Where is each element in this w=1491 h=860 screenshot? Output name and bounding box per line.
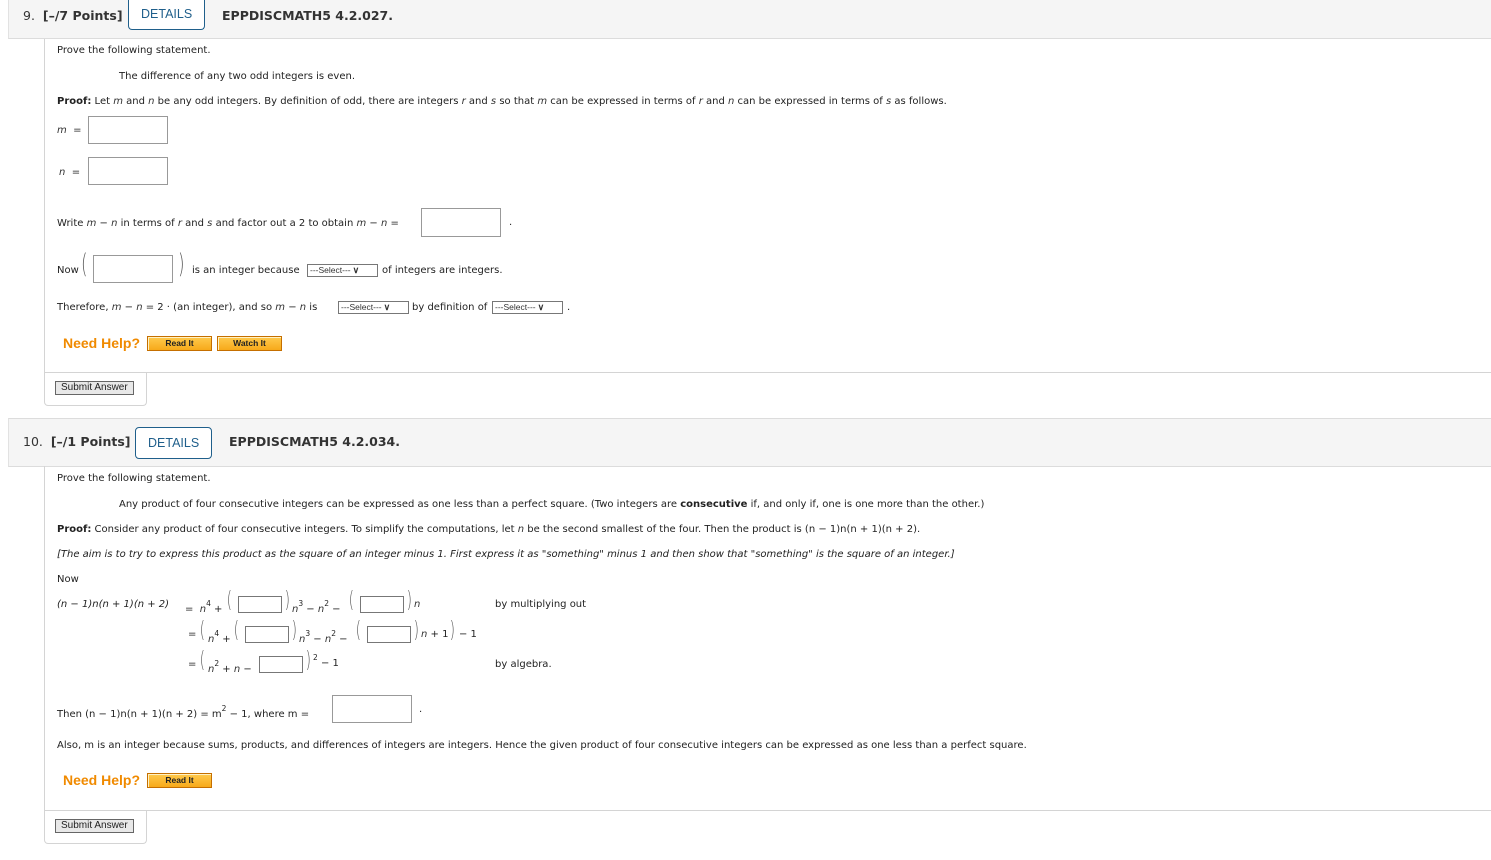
need-help-label: Need Help? bbox=[63, 335, 141, 351]
row2-middle: n3 − n2 − bbox=[299, 629, 348, 645]
left-paren: ( bbox=[81, 249, 88, 280]
proof-intro: Proof: Let m and n be any odd integers. … bbox=[57, 96, 947, 107]
read-it-button[interactable]: Read It bbox=[147, 773, 212, 788]
question-10-header: 10. [–/1 Points] DETAILS EPPDISCMATH5 4.… bbox=[8, 418, 1491, 467]
reason-select[interactable]: ---Select--- ∨ bbox=[307, 264, 378, 277]
row1-middle: n3 − n2 − bbox=[292, 599, 341, 615]
row1-coefficient-a-input[interactable] bbox=[238, 596, 282, 613]
hint: [The aim is to try to express this produ… bbox=[57, 549, 955, 560]
row3-constant-input[interactable] bbox=[259, 656, 303, 673]
reason-algebra: by algebra. bbox=[495, 659, 552, 670]
now-label: Now bbox=[57, 265, 79, 276]
n-label: n = bbox=[59, 167, 81, 178]
period: . bbox=[419, 704, 423, 715]
proof-intro: Proof: Consider any product of four cons… bbox=[57, 524, 921, 535]
by-definition-text: by definition of bbox=[412, 302, 488, 313]
right-paren: ) bbox=[284, 588, 290, 613]
therefore-text: Therefore, m − n = 2 · (an integer), and… bbox=[57, 302, 318, 313]
question-9-details-button[interactable]: DETAILS bbox=[128, 0, 206, 30]
question-9-submit-area: Submit Answer bbox=[44, 372, 147, 406]
write-m-minus-n-text: Write m − n in terms of r and s and fact… bbox=[57, 218, 399, 229]
right-paren: ) bbox=[305, 648, 311, 673]
prompt: Prove the following statement. bbox=[57, 45, 211, 56]
left-paren: ( bbox=[199, 618, 205, 643]
row1-end: n bbox=[414, 599, 421, 610]
left-paren: ( bbox=[355, 618, 361, 643]
then-text: Then (n − 1)n(n + 1)(n + 2) = m2 − 1, wh… bbox=[57, 704, 310, 720]
m-minus-n-input[interactable] bbox=[421, 208, 501, 237]
watch-it-button[interactable]: Watch It bbox=[217, 336, 282, 351]
row2-coefficient-b-input[interactable] bbox=[367, 626, 411, 643]
question-10-body: Prove the following statement. Any produ… bbox=[44, 466, 1491, 810]
definition-select[interactable]: ---Select--- ∨ bbox=[492, 301, 563, 314]
question-9-number: 9. [–/7 Points] bbox=[23, 8, 123, 23]
right-paren: ) bbox=[449, 618, 455, 643]
equals-sign: = n4 + bbox=[185, 599, 223, 615]
now-end-text: of integers are integers. bbox=[382, 265, 503, 276]
equals-sign: = bbox=[188, 659, 197, 670]
statement: Any product of four consecutive integers… bbox=[119, 499, 985, 510]
question-10-details-button[interactable]: DETAILS bbox=[135, 427, 213, 459]
now-mid-text: is an integer because bbox=[192, 265, 300, 276]
right-paren: ) bbox=[178, 249, 185, 280]
row2-minus-one: − 1 bbox=[459, 629, 477, 640]
left-paren: ( bbox=[348, 588, 354, 613]
need-help-label: Need Help? bbox=[63, 772, 141, 788]
parity-select[interactable]: ---Select--- ∨ bbox=[338, 301, 409, 314]
right-paren: ) bbox=[413, 618, 419, 643]
row2-end: n + 1 bbox=[421, 629, 449, 640]
period: . bbox=[509, 217, 513, 228]
question-10-submit-area: Submit Answer bbox=[44, 810, 147, 844]
read-it-button[interactable]: Read It bbox=[147, 336, 212, 351]
statement: The difference of any two odd integers i… bbox=[119, 71, 356, 82]
row2-coefficient-a-input[interactable] bbox=[245, 626, 289, 643]
reason-multiplying-out: by multiplying out bbox=[495, 599, 587, 610]
lhs-expression: (n − 1)n(n + 1)(n + 2) bbox=[57, 599, 170, 610]
divider bbox=[44, 810, 1491, 811]
question-9-code: EPPDISCMATH5 4.2.027. bbox=[222, 8, 393, 23]
left-paren: ( bbox=[199, 648, 205, 673]
question-10-code: EPPDISCMATH5 4.2.034. bbox=[229, 434, 400, 449]
row3-end: 2 − 1 bbox=[313, 653, 339, 669]
submit-answer-button[interactable]: Submit Answer bbox=[55, 819, 134, 833]
left-paren: ( bbox=[226, 588, 232, 613]
m-label: m = bbox=[57, 125, 82, 136]
right-paren: ) bbox=[406, 588, 412, 613]
n-input[interactable] bbox=[88, 157, 168, 185]
m-input[interactable] bbox=[88, 116, 168, 144]
question-10-number: 10. [–/1 Points] bbox=[23, 434, 131, 449]
now-input[interactable] bbox=[93, 255, 173, 283]
prompt: Prove the following statement. bbox=[57, 473, 211, 484]
m-input[interactable] bbox=[332, 695, 412, 723]
chevron-down-icon: ∨ bbox=[352, 265, 360, 275]
chevron-down-icon: ∨ bbox=[537, 302, 545, 312]
row3-start: n2 + n − bbox=[208, 659, 252, 675]
chevron-down-icon: ∨ bbox=[383, 302, 391, 312]
equals-sign: = bbox=[188, 629, 197, 640]
right-paren: ) bbox=[291, 618, 297, 643]
left-paren: ( bbox=[233, 618, 239, 643]
now-label: Now bbox=[57, 574, 79, 585]
row2-start: n4 + bbox=[208, 629, 231, 645]
question-9-body: Prove the following statement. The diffe… bbox=[44, 39, 1491, 372]
period: . bbox=[567, 302, 571, 313]
row1-coefficient-b-input[interactable] bbox=[360, 596, 404, 613]
conclusion-text: Also, m is an integer because sums, prod… bbox=[57, 740, 1027, 751]
question-9-header: 9. [–/7 Points] DETAILS EPPDISCMATH5 4.2… bbox=[8, 0, 1491, 39]
submit-answer-button[interactable]: Submit Answer bbox=[55, 381, 134, 395]
divider bbox=[44, 372, 1491, 373]
